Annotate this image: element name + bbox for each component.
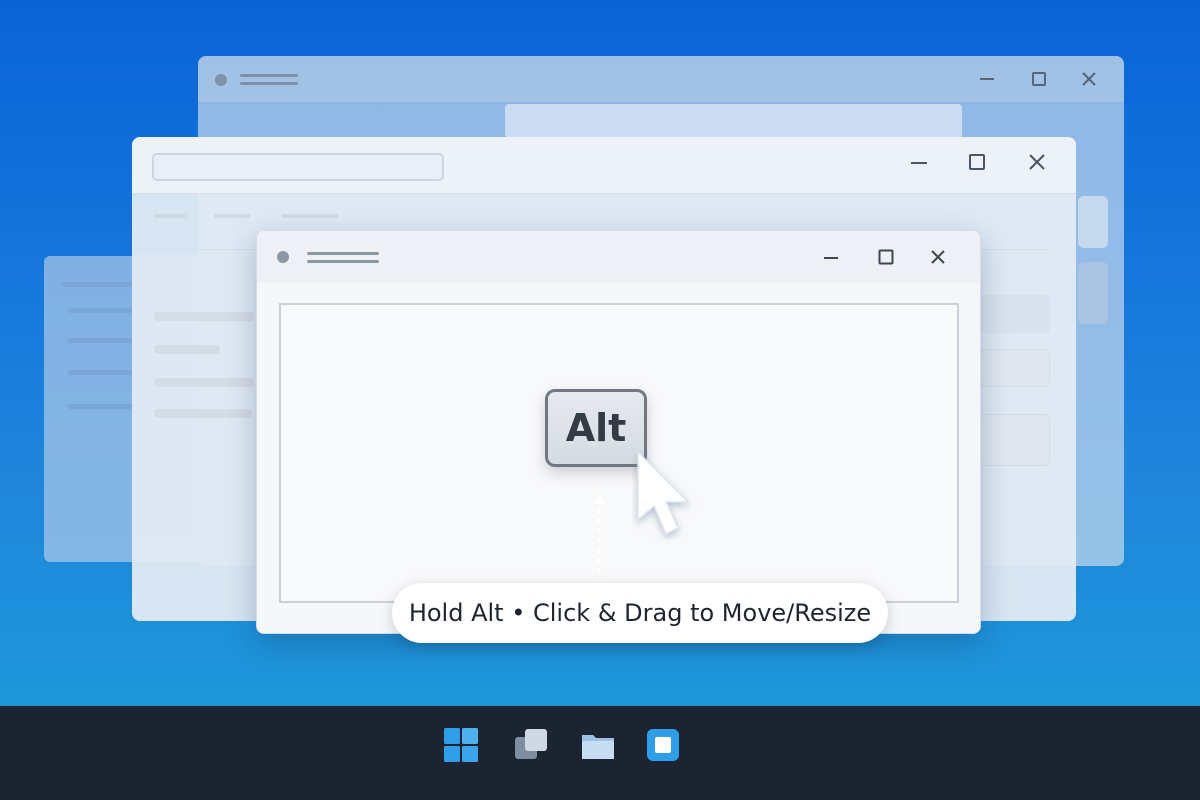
minimize-icon	[980, 78, 994, 80]
window-dot-icon	[277, 251, 289, 263]
dotted-arrow-up-icon	[593, 494, 605, 580]
list-line	[154, 409, 252, 418]
menu-item-placeholder[interactable]	[154, 214, 186, 218]
window-dot-icon	[215, 74, 227, 86]
list-line	[68, 338, 132, 343]
maximize-button[interactable]	[1028, 68, 1050, 90]
list-line	[68, 404, 132, 409]
minimize-button[interactable]	[820, 246, 842, 268]
close-button[interactable]	[1078, 68, 1100, 90]
minimize-button[interactable]	[908, 151, 930, 173]
list-line	[154, 312, 254, 321]
background-window-item	[1078, 262, 1108, 324]
list-line	[154, 378, 254, 387]
address-bar[interactable]	[152, 153, 444, 181]
app-icon[interactable]	[645, 727, 681, 763]
active-window-titlebar[interactable]	[257, 231, 980, 283]
hint-label: Hold Alt • Click & Drag to Move/Resize	[392, 583, 888, 643]
maximize-button[interactable]	[966, 151, 988, 173]
background-window-panel	[505, 104, 962, 138]
title-placeholder	[307, 260, 379, 263]
menu-item-placeholder[interactable]	[282, 214, 338, 218]
minimize-button[interactable]	[976, 68, 998, 90]
minimize-icon	[911, 162, 927, 164]
close-button[interactable]	[1026, 151, 1048, 173]
side-card	[980, 349, 1050, 387]
task-view-icon[interactable]	[513, 727, 549, 763]
maximize-icon	[878, 249, 894, 265]
title-placeholder	[240, 74, 298, 77]
file-explorer-icon[interactable]	[580, 727, 616, 763]
maximize-icon	[1032, 72, 1046, 86]
mouse-cursor-icon	[637, 450, 690, 536]
list-line	[62, 282, 132, 287]
desktop: Alt Hold Alt • Click & Drag to Move/Resi…	[0, 0, 1200, 706]
title-placeholder	[240, 82, 298, 85]
list-line	[68, 370, 132, 375]
list-line	[154, 345, 220, 354]
background-window-titlebar[interactable]	[198, 56, 1124, 102]
windows-start-icon[interactable]	[443, 727, 479, 763]
close-icon	[1082, 72, 1096, 86]
list-line	[68, 308, 132, 313]
maximize-button[interactable]	[875, 246, 897, 268]
middle-window-titlebar[interactable]	[132, 137, 1076, 194]
close-icon	[1029, 154, 1045, 170]
maximize-icon	[969, 154, 985, 170]
title-placeholder	[307, 252, 379, 255]
menu-item-placeholder[interactable]	[214, 214, 250, 218]
side-card	[980, 414, 1050, 466]
close-button[interactable]	[927, 246, 949, 268]
side-card	[980, 295, 1050, 333]
close-icon	[931, 250, 945, 264]
background-window-item	[1078, 196, 1108, 248]
minimize-icon	[824, 257, 838, 259]
